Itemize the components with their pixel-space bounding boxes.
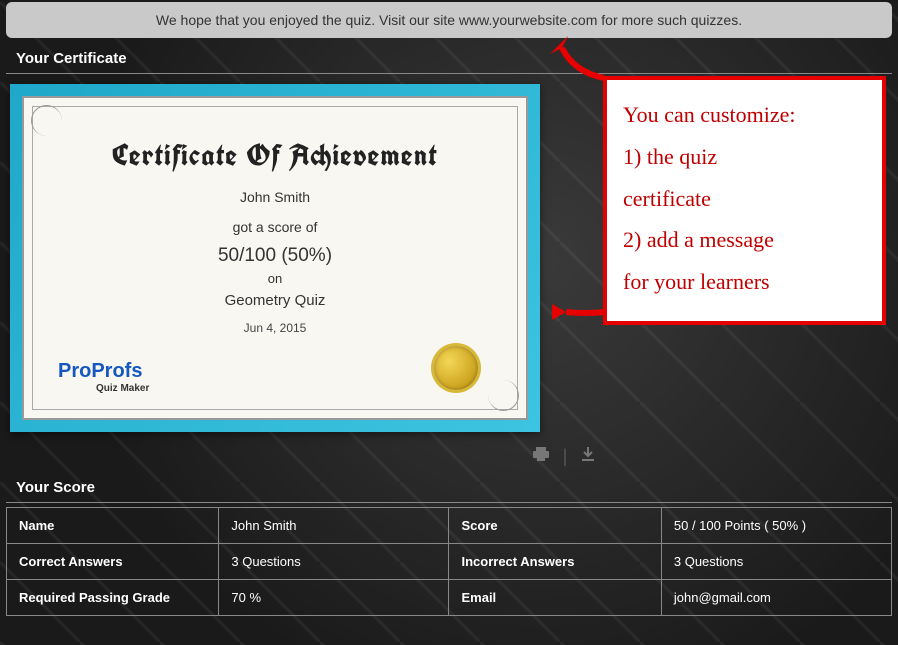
score-value: John Smith [219, 508, 449, 544]
gold-seal-icon [434, 346, 478, 390]
logo-subtitle: Quiz Maker [96, 383, 149, 394]
callout-line: for your learners [623, 261, 866, 303]
callout-line: certificate [623, 178, 866, 220]
annotation-callout: You can customize: 1) the quiz certifica… [603, 76, 886, 325]
logo-profs: Profs [91, 360, 142, 382]
score-value: 70 % [219, 580, 449, 616]
certificate-score: 50/100 (50%) [54, 245, 496, 267]
score-value: 3 Questions [661, 544, 891, 580]
printer-icon [532, 446, 550, 462]
certificate: Certificate Of Achievement John Smith go… [22, 96, 528, 420]
score-value: 3 Questions [219, 544, 449, 580]
completion-banner: We hope that you enjoyed the quiz. Visit… [6, 2, 892, 38]
score-label: Incorrect Answers [449, 544, 661, 580]
certificate-toolbar: | [230, 442, 898, 475]
score-label: Score [449, 508, 661, 544]
score-section-title: Your Score [6, 475, 892, 503]
callout-line: You can customize: [623, 94, 866, 136]
download-button[interactable] [580, 446, 596, 466]
callout-line: 1) the quiz [623, 136, 866, 178]
score-label: Name [7, 508, 219, 544]
table-row: Correct Answers 3 Questions Incorrect An… [7, 544, 892, 580]
proprofs-logo: ProProfs Quiz Maker [58, 360, 149, 394]
download-icon [580, 446, 596, 462]
logo-pro: Pro [58, 360, 91, 382]
score-label: Correct Answers [7, 544, 219, 580]
score-table: Name John Smith Score 50 / 100 Points ( … [6, 507, 892, 616]
certificate-frame: Certificate Of Achievement John Smith go… [10, 84, 540, 432]
table-row: Name John Smith Score 50 / 100 Points ( … [7, 508, 892, 544]
score-value: 50 / 100 Points ( 50% ) [661, 508, 891, 544]
score-value: john@gmail.com [661, 580, 891, 616]
print-button[interactable] [532, 446, 555, 466]
score-label: Required Passing Grade [7, 580, 219, 616]
arrow-to-banner-icon [544, 34, 614, 82]
table-row: Required Passing Grade 70 % Email john@g… [7, 580, 892, 616]
certificate-section-title: Your Certificate [6, 46, 892, 74]
certificate-quiz-name: Geometry Quiz [54, 292, 496, 309]
certificate-recipient: John Smith [54, 189, 496, 205]
arrow-to-certificate-icon [544, 292, 614, 332]
certificate-got-score-label: got a score of [54, 219, 496, 235]
certificate-date: Jun 4, 2015 [54, 321, 496, 335]
toolbar-divider: | [563, 446, 568, 466]
score-label: Email [449, 580, 661, 616]
callout-line: 2) add a message [623, 219, 866, 261]
certificate-on-label: on [54, 271, 496, 286]
certificate-heading: Certificate Of Achievement [54, 136, 496, 175]
